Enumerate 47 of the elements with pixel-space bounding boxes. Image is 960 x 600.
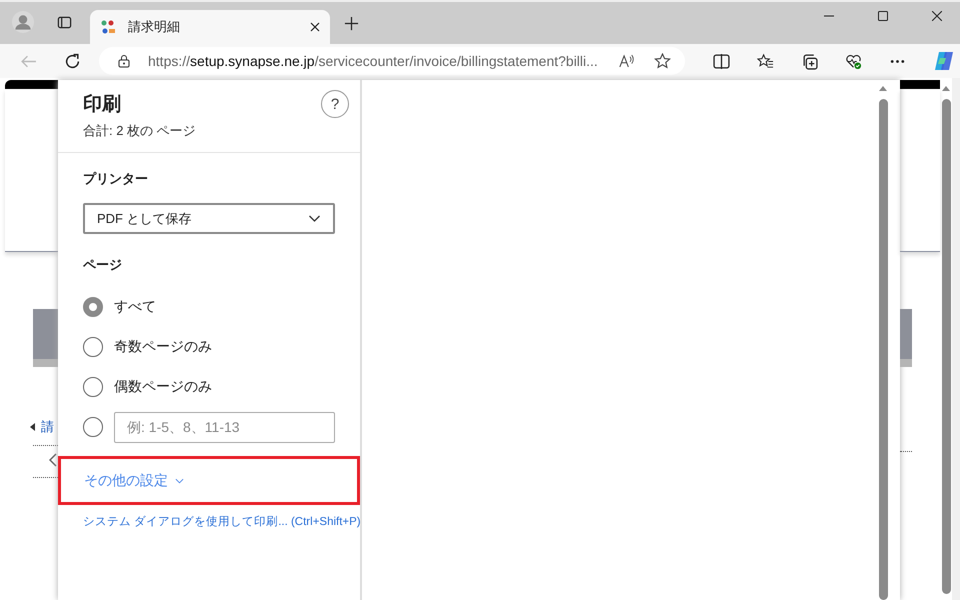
section-label: プリンター: [83, 170, 149, 188]
scrollbar-thumb[interactable]: [878, 99, 888, 600]
page-header-bar: [5, 80, 58, 89]
page-range-field[interactable]: 例: 1-5、8、11-13: [114, 412, 335, 442]
dialog-title: 印刷: [83, 93, 122, 117]
address-bar[interactable]: https://setup.synapse.ne.jp/servicecounter/invoice/billingstatement?billi...: [99, 47, 685, 75]
triangle-icon: [30, 423, 35, 431]
copilot-icon[interactable]: [933, 50, 955, 72]
radio-button[interactable]: [83, 417, 103, 437]
favorites-icon[interactable]: [757, 52, 774, 70]
radio-button[interactable]: [83, 337, 103, 357]
tab-actions-icon[interactable]: [57, 15, 72, 30]
page-count: 合計: 2 枚の ページ: [83, 122, 196, 140]
scroll-up-icon[interactable]: [942, 86, 950, 91]
lock-icon[interactable]: [118, 54, 130, 68]
refresh-icon[interactable]: [64, 52, 81, 70]
page-link[interactable]: 請: [41, 418, 54, 436]
new-tab-icon[interactable]: [344, 16, 359, 31]
chevron-left-icon[interactable]: [49, 453, 57, 467]
read-aloud-icon[interactable]: [619, 53, 636, 69]
page-heading-bar: [900, 309, 912, 367]
option-label: すべて: [114, 298, 156, 316]
maximize-icon[interactable]: [878, 11, 888, 21]
chevron-down-icon: [308, 214, 321, 222]
star-icon[interactable]: [654, 53, 671, 69]
printer-dropdown[interactable]: PDF として保存: [83, 203, 335, 234]
page-header-bar: [900, 80, 940, 89]
more-settings-link[interactable]: その他の設定: [84, 472, 184, 490]
collections-icon[interactable]: [801, 52, 818, 70]
system-dialog-link[interactable]: システム ダイアログを使用して印刷... (Ctrl+Shift+P): [83, 514, 360, 529]
help-button[interactable]: ?: [321, 90, 349, 118]
page-heading-bar: [33, 309, 58, 367]
browser-tab[interactable]: 請求明細: [90, 10, 330, 44]
scrollbar-thumb[interactable]: [942, 99, 950, 594]
heart-check-icon[interactable]: [845, 52, 862, 70]
split-screen-icon[interactable]: [713, 52, 730, 70]
url-text: https://setup.synapse.ne.jp/servicecounter/invoice/billingstatement?billi...: [148, 53, 599, 69]
scroll-up-icon[interactable]: [879, 86, 887, 91]
close-icon[interactable]: [932, 11, 942, 21]
option-label: 偶数ページのみ: [114, 378, 212, 396]
section-label: ページ: [83, 256, 123, 274]
radio-button[interactable]: [83, 297, 103, 317]
close-icon[interactable]: [310, 22, 320, 32]
favicon-icon: [100, 19, 116, 35]
radio-button[interactable]: [83, 377, 103, 397]
option-label: 奇数ページのみ: [114, 338, 212, 356]
tab-title: 請求明細: [128, 18, 181, 36]
